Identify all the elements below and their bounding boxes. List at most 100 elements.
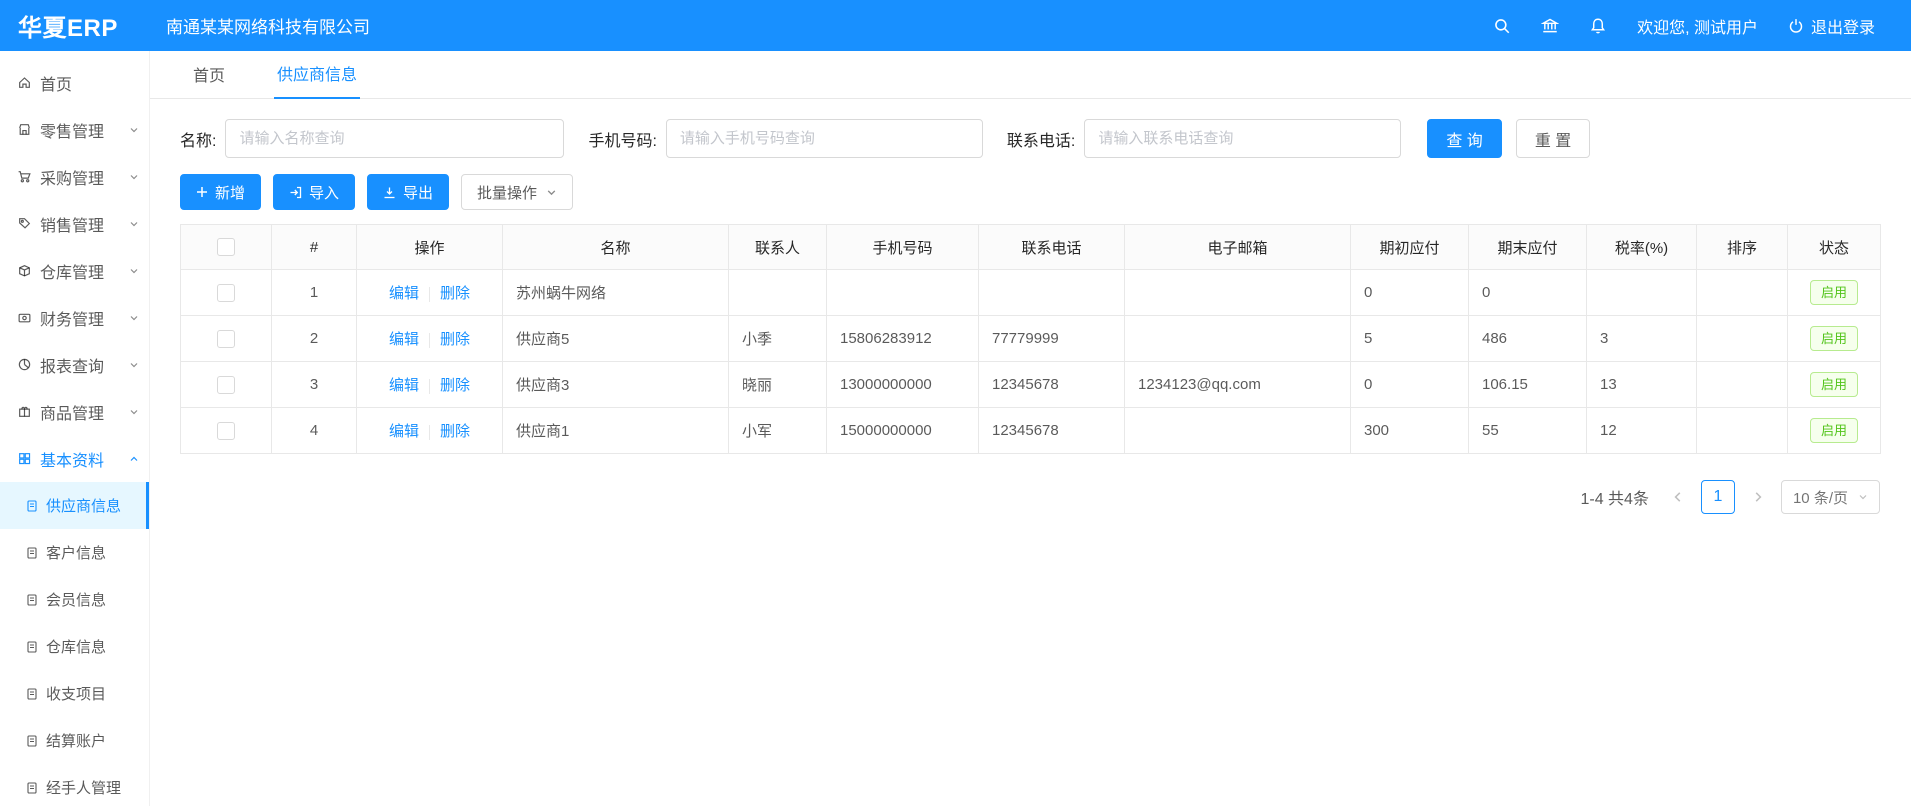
page-number-1[interactable]: 1 [1701, 480, 1735, 514]
export-button[interactable]: 导出 [367, 174, 449, 210]
chevron-down-icon [129, 219, 139, 229]
tab-supplier-info[interactable]: 供应商信息 [274, 49, 360, 99]
sidebar-item-goods[interactable]: 商品管理 [0, 388, 149, 435]
bell-icon[interactable] [1589, 17, 1607, 35]
cell-index: 3 [272, 362, 357, 408]
query-button[interactable]: 查 询 [1427, 119, 1501, 158]
cell-email [1125, 408, 1351, 454]
col-end-payable: 期末应付 [1469, 225, 1587, 270]
sidebar-subitem-member-info[interactable]: 会员信息 [0, 576, 149, 623]
delete-link[interactable]: 删除 [440, 423, 470, 440]
sidebar-subitem-handler-management[interactable]: 经手人管理 [0, 764, 149, 806]
bank-icon[interactable] [1541, 17, 1559, 35]
sidebar-subitem-settlement-account[interactable]: 结算账户 [0, 717, 149, 764]
sidebar-item-finance[interactable]: 财务管理 [0, 294, 149, 341]
row-checkbox[interactable] [217, 330, 235, 348]
cell-tel: 12345678 [979, 408, 1125, 454]
cell-index: 2 [272, 316, 357, 362]
cell-end-payable: 486 [1469, 316, 1587, 362]
edit-link[interactable]: 编辑 [389, 423, 419, 440]
sidebar-item-sales[interactable]: 销售管理 [0, 200, 149, 247]
cell-end-payable: 55 [1469, 408, 1587, 454]
logout-button[interactable]: 退出登录 [1788, 14, 1875, 38]
sidebar-subitem-customer-info[interactable]: 客户信息 [0, 529, 149, 576]
status-badge: 启用 [1810, 326, 1858, 351]
tel-input[interactable] [1084, 119, 1401, 158]
pagination-total: 1-4 共4条 [1580, 485, 1648, 509]
cell-begin-payable: 0 [1351, 270, 1469, 316]
col-status: 状态 [1788, 225, 1881, 270]
grid-icon [17, 451, 32, 466]
table-header-row: # 操作 名称 联系人 手机号码 联系电话 电子邮箱 期初应付 期末应付 税率(… [181, 225, 1881, 270]
export-icon [383, 186, 396, 199]
col-phone: 手机号码 [827, 225, 979, 270]
add-button[interactable]: 新增 [180, 174, 261, 210]
col-tel: 联系电话 [979, 225, 1125, 270]
search-form: 名称: 手机号码: 联系电话: 查 询 重 置 [180, 119, 1881, 158]
page-size-select[interactable]: 10 条/页 [1781, 480, 1880, 514]
row-checkbox[interactable] [217, 376, 235, 394]
col-contact: 联系人 [729, 225, 827, 270]
sidebar-item-warehouse[interactable]: 仓库管理 [0, 247, 149, 294]
top-header: 华夏ERP 南通某某网络科技有限公司 欢迎您, 测试用户 退出登录 [0, 0, 1911, 51]
sidebar-subitem-income-expense[interactable]: 收支项目 [0, 670, 149, 717]
sidebar-item-label: 采购管理 [40, 165, 121, 189]
sidebar-item-purchase[interactable]: 采购管理 [0, 153, 149, 200]
cell-email [1125, 316, 1351, 362]
delete-link[interactable]: 删除 [440, 331, 470, 348]
col-index: # [272, 225, 357, 270]
page-content: 名称: 手机号码: 联系电话: 查 询 重 置 新增 [150, 99, 1911, 514]
phone-input[interactable] [666, 119, 983, 158]
cell-begin-payable: 300 [1351, 408, 1469, 454]
select-all-checkbox[interactable] [217, 238, 235, 256]
delete-link[interactable]: 删除 [440, 285, 470, 302]
edit-link[interactable]: 编辑 [389, 377, 419, 394]
sidebar-subitem-warehouse-info[interactable]: 仓库信息 [0, 623, 149, 670]
action-divider [429, 333, 430, 348]
name-input[interactable] [225, 119, 564, 158]
box-icon [17, 263, 32, 278]
batch-actions-label: 批量操作 [477, 182, 537, 203]
edit-link[interactable]: 编辑 [389, 331, 419, 348]
sidebar-item-label: 首页 [40, 71, 139, 95]
cell-sort [1697, 408, 1788, 454]
tab-home[interactable]: 首页 [190, 50, 228, 98]
sidebar-item-retail[interactable]: 零售管理 [0, 106, 149, 153]
reset-button[interactable]: 重 置 [1516, 119, 1590, 158]
status-badge: 启用 [1810, 418, 1858, 443]
cell-tel: 12345678 [979, 362, 1125, 408]
batch-actions-button[interactable]: 批量操作 [461, 174, 573, 210]
document-icon [25, 640, 39, 654]
document-icon [25, 734, 39, 748]
cell-begin-payable: 0 [1351, 362, 1469, 408]
sidebar-item-reports[interactable]: 报表查询 [0, 341, 149, 388]
document-icon [25, 687, 39, 701]
edit-link[interactable]: 编辑 [389, 285, 419, 302]
search-icon[interactable] [1493, 17, 1511, 35]
status-badge: 启用 [1810, 372, 1858, 397]
cell-name: 供应商1 [503, 408, 729, 454]
row-checkbox[interactable] [217, 422, 235, 440]
sidebar-item-label: 商品管理 [40, 400, 121, 424]
sidebar-item-basic-data[interactable]: 基本资料 [0, 435, 149, 482]
action-divider [429, 425, 430, 440]
table-toolbar: 新增 导入 导出 批量操作 [180, 174, 1881, 210]
import-button[interactable]: 导入 [273, 174, 355, 210]
cell-email [1125, 270, 1351, 316]
cell-email: 1234123@qq.com [1125, 362, 1351, 408]
sidebar-subitem-label: 结算账户 [46, 730, 106, 751]
next-page-icon[interactable] [1745, 480, 1771, 514]
supplier-table: # 操作 名称 联系人 手机号码 联系电话 电子邮箱 期初应付 期末应付 税率(… [180, 224, 1880, 454]
delete-link[interactable]: 删除 [440, 377, 470, 394]
sidebar-item-label: 仓库管理 [40, 259, 121, 283]
prev-page-icon[interactable] [1665, 480, 1691, 514]
cell-phone: 15806283912 [827, 316, 979, 362]
sidebar-item-home[interactable]: 首页 [0, 59, 149, 106]
col-sort: 排序 [1697, 225, 1788, 270]
cell-tax-rate: 3 [1587, 316, 1697, 362]
cell-sort [1697, 362, 1788, 408]
cell-tel: 77779999 [979, 316, 1125, 362]
sidebar-subitem-supplier-info[interactable]: 供应商信息 [0, 482, 149, 529]
chevron-down-icon [129, 125, 139, 135]
row-checkbox[interactable] [217, 284, 235, 302]
